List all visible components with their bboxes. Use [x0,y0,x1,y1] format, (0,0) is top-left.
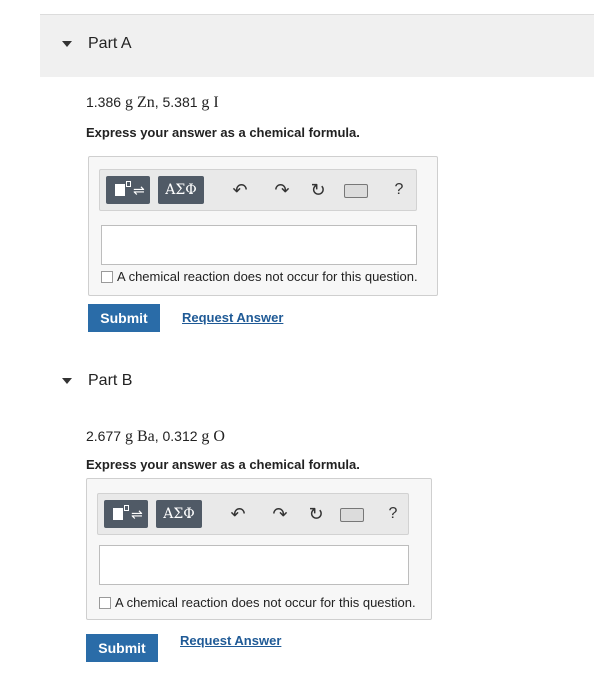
part-a-instruction: Express your answer as a chemical formul… [86,125,360,140]
no-reaction-checkbox[interactable] [101,270,113,283]
part-b-value2: , 0.312 [154,428,202,444]
no-reaction-checkbox[interactable] [99,596,111,609]
part-a-answer-input[interactable] [101,225,417,265]
part-a-value1: 1.386 [86,94,125,110]
part-b-problem: 2.677 g Ba, 0.312 g O [86,428,225,446]
part-a-answer-box: ⇌ ΑΣΦ ↶ ↷ ↻ ? A chemical reaction does n… [88,156,438,296]
part-a-header[interactable]: Part A [40,14,594,77]
greek-symbols-button[interactable]: ΑΣΦ [156,500,202,528]
part-b-header[interactable]: Part B [40,352,594,408]
no-reaction-label: A chemical reaction does not occur for t… [117,269,418,284]
collapse-caret-icon[interactable] [62,378,72,384]
part-b-submit-button[interactable]: Submit [86,634,158,662]
part-b-toolbar: ⇌ ΑΣΦ ↶ ↷ ↻ ? [97,493,409,535]
part-b-unit1: g Ba [124,428,155,445]
reset-icon[interactable]: ↻ [306,176,330,204]
part-b-unit2: g O [201,428,225,445]
part-a-no-reaction[interactable]: A chemical reaction does not occur for t… [101,269,418,284]
keyboard-icon[interactable] [344,184,368,198]
help-button[interactable]: ? [390,176,408,204]
keyboard-icon[interactable] [340,508,364,522]
collapse-caret-icon[interactable] [62,41,72,47]
redo-icon[interactable]: ↷ [270,176,294,204]
part-a-title: Part A [88,35,132,52]
help-button[interactable]: ? [384,500,402,528]
undo-icon[interactable]: ↶ [226,500,250,528]
reset-icon[interactable]: ↻ [304,500,328,528]
part-a-toolbar: ⇌ ΑΣΦ ↶ ↷ ↻ ? [99,169,417,211]
no-reaction-label: A chemical reaction does not occur for t… [115,595,416,610]
part-b-request-answer-link[interactable]: Request Answer [180,633,281,648]
part-a-request-answer-link[interactable]: Request Answer [182,310,283,325]
redo-icon[interactable]: ↷ [268,500,292,528]
templates-icon[interactable]: ⇌ [104,500,148,528]
part-a-submit-button[interactable]: Submit [88,304,160,332]
part-b-value1: 2.677 [86,428,125,444]
part-a-unit1: g Zn [124,94,155,111]
part-a-unit2: g I [201,94,219,111]
greek-symbols-button[interactable]: ΑΣΦ [158,176,204,204]
part-b-answer-input[interactable] [99,545,409,585]
part-a-value2: , 5.381 [154,94,202,110]
part-b-answer-box: ⇌ ΑΣΦ ↶ ↷ ↻ ? A chemical reaction does n… [86,478,432,620]
part-b-title: Part B [88,372,133,389]
undo-icon[interactable]: ↶ [228,176,252,204]
templates-icon[interactable]: ⇌ [106,176,150,204]
part-b-instruction: Express your answer as a chemical formul… [86,457,360,472]
part-b-no-reaction[interactable]: A chemical reaction does not occur for t… [99,595,416,610]
part-a-problem: 1.386 g Zn, 5.381 g I [86,94,219,112]
